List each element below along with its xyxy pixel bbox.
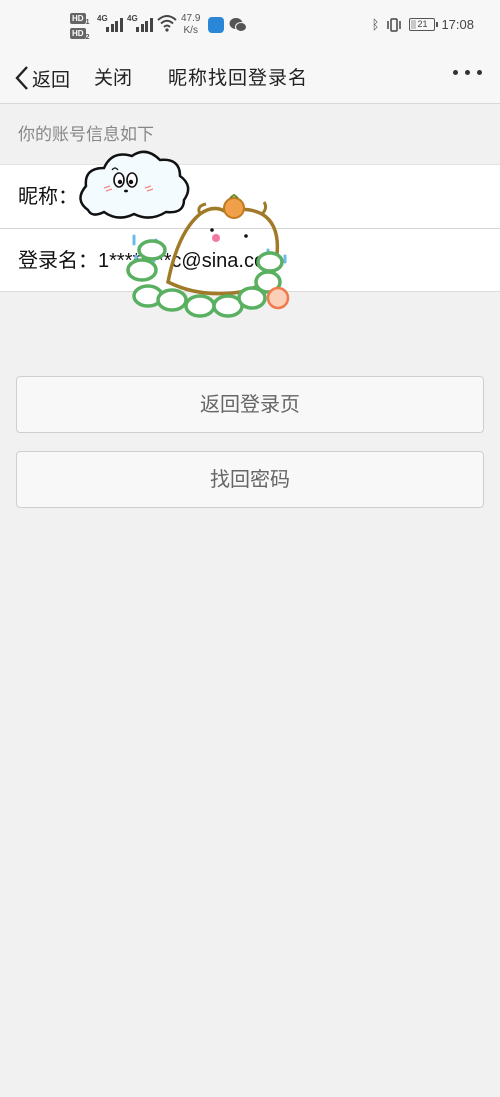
- more-options-icon[interactable]: [453, 70, 482, 75]
- login-name-label: 登录名：: [18, 248, 98, 272]
- clock: 17:08: [441, 17, 474, 32]
- login-name-row: 登录名：1********c@sina.com: [18, 229, 488, 292]
- login-name-value: 1********c@sina.com: [98, 250, 282, 272]
- back-button[interactable]: 返回: [14, 62, 70, 94]
- wechat-icon: [229, 18, 247, 32]
- back-to-login-button[interactable]: 返回登录页: [16, 376, 484, 433]
- hd-sim2-badge: HD 2: [70, 28, 90, 41]
- vibrate-icon: [387, 17, 402, 32]
- bluetooth-icon: ᛒ: [371, 17, 380, 32]
- network-speed: 47.9 K/s: [181, 13, 201, 36]
- nickname-row: 昵称：: [18, 165, 488, 228]
- signal-icon: [106, 16, 123, 32]
- signal-icon: [136, 16, 153, 32]
- status-bar: HD 1 HD 2 4G 4G 47.9 K/s ᛒ 21 17:08: [0, 0, 500, 52]
- chevron-left-icon: [15, 66, 28, 90]
- wifi-icon: [157, 15, 177, 32]
- page-title: 昵称找回登录名: [168, 67, 309, 89]
- nav-bar: 返回 关闭 昵称找回登录名: [0, 52, 500, 104]
- section-header: 你的账号信息如下: [18, 125, 154, 145]
- status-right-group: ᛒ 21 17:08: [372, 17, 474, 32]
- nickname-label: 昵称：: [18, 184, 78, 208]
- hd-sim1-badge: HD 1: [70, 13, 90, 26]
- weather-app-icon: [208, 17, 224, 33]
- close-button[interactable]: 关闭: [94, 62, 132, 94]
- recover-password-button[interactable]: 找回密码: [16, 451, 484, 508]
- battery-icon: 21: [409, 18, 439, 31]
- account-info-panel: 昵称： 登录名：1********c@sina.com: [0, 164, 500, 292]
- back-label: 返回: [32, 68, 71, 91]
